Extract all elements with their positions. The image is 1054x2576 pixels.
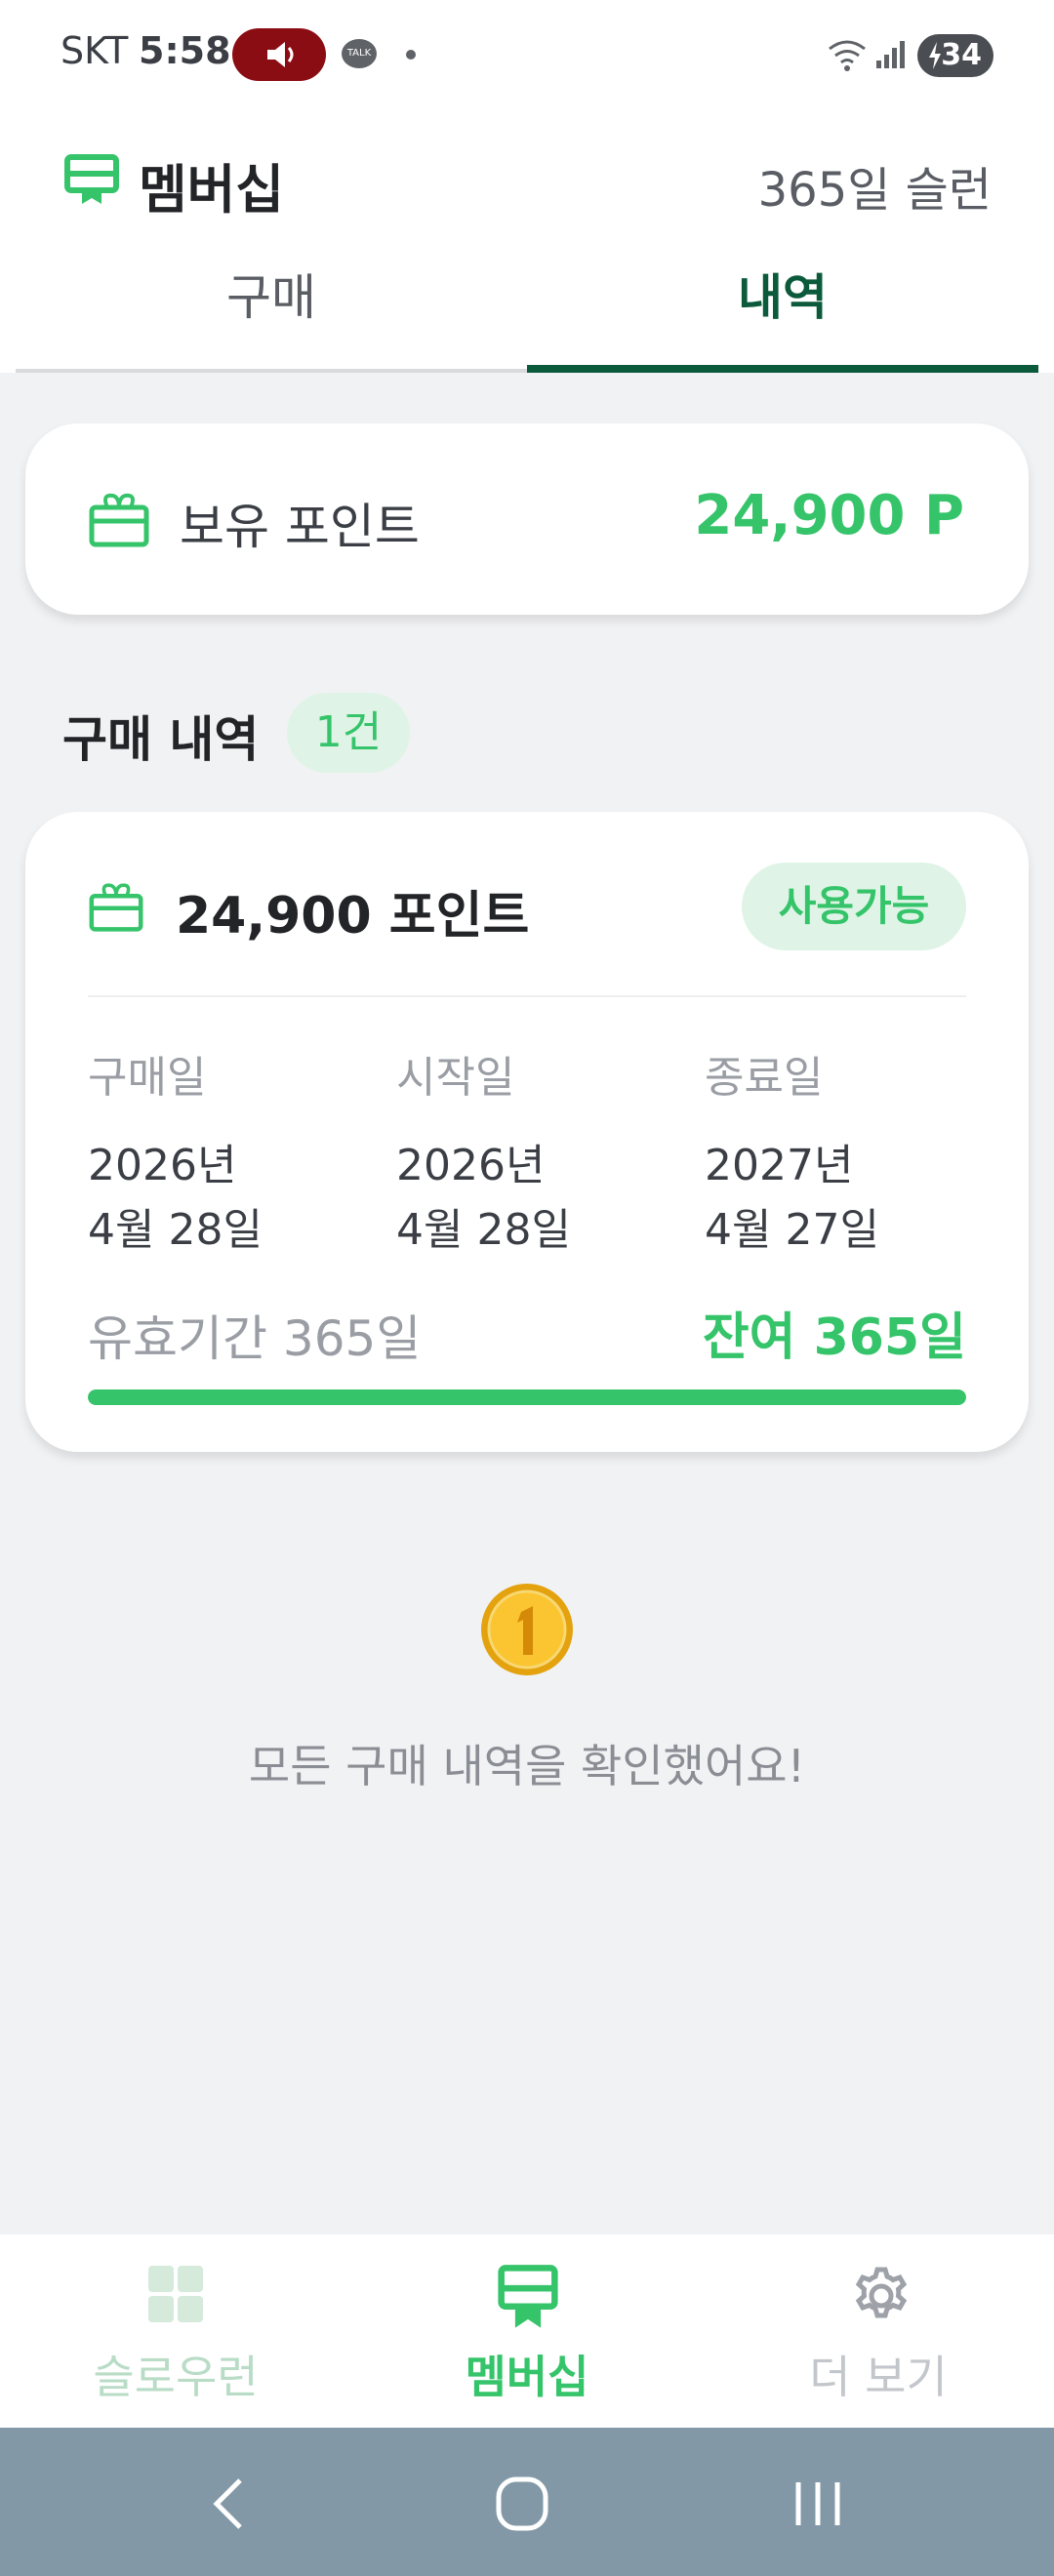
home-icon[interactable] [494,2475,552,2533]
points-label: 보유 포인트 [180,499,420,555]
date-day: 4월 28일 [396,1205,571,1255]
notification-dot-icon [406,50,416,60]
membership-card-icon [498,2265,558,2328]
battery-icon: 34 [917,34,993,77]
system-navigation-bar [0,2428,1054,2576]
nav-membership[interactable]: 멤버십 [351,2234,703,2428]
remaining-days: 잔여 365일 [702,1308,966,1367]
nav-slowrun[interactable]: 슬로우런 [0,2234,351,2428]
divider [88,995,966,997]
status-bar: SKT 5:58 TALK 34 [0,0,1054,107]
purchase-title: 24,900 포인트 [176,887,530,946]
count-badge: 1건 [287,693,410,773]
gift-icon [89,493,149,547]
membership-card-icon [64,154,119,204]
nav-label: 멤버십 [465,2351,589,2403]
back-icon[interactable] [203,2475,258,2533]
purchase-date: 구매일 2026년 4월 28일 [88,1042,381,1263]
recent-apps-icon[interactable] [789,2475,847,2533]
status-badge: 사용가능 [742,863,966,950]
coin-icon [481,1584,573,1675]
tab-bar: 구매 내역 [0,244,1054,373]
wifi-icon [829,40,866,71]
talk-icon: TALK [342,39,377,68]
purchase-card[interactable]: 24,900 포인트 사용가능 구매일 2026년 4월 28일 시작일 202… [25,812,1029,1452]
points-card: 보유 포인트 24,900 P [25,423,1029,615]
date-year: 2026년 [396,1141,546,1190]
bottom-navigation: 슬로우런 멤버십 더 보기 [0,2234,1054,2428]
validity-period: 유효기간 365일 [88,1310,422,1367]
gear-icon [855,2267,908,2318]
clock: 5:58 [139,29,231,72]
tab-purchase[interactable]: 구매 [16,244,527,373]
all-checked-message: 모든 구매 내역을 확인했어요! [248,1740,806,1792]
battery-level: 34 [941,38,982,72]
date-label: 구매일 [88,1053,207,1103]
date-day: 4월 28일 [88,1205,263,1255]
section-title: 구매 내역 [62,711,260,768]
start-date: 시작일 2026년 4월 28일 [396,1042,689,1263]
date-year: 2027년 [705,1141,854,1190]
nav-more[interactable]: 더 보기 [703,2234,1054,2428]
nav-label: 슬로우런 [93,2351,259,2403]
app-header: 멤버십 365일 슬런 [0,107,1054,244]
grid-icon [148,2266,203,2322]
remaining-progress-fill [88,1389,966,1405]
date-day: 4월 27일 [705,1205,879,1255]
carrier-label: SKT [61,29,129,72]
nav-label: 더 보기 [809,2351,948,2403]
membership-period-label: 365일 슬런 [757,163,992,218]
tab-history[interactable]: 내역 [527,244,1038,373]
end-date: 종료일 2027년 4월 27일 [705,1042,997,1263]
remaining-progress-bar [88,1389,966,1405]
date-label: 시작일 [396,1053,515,1103]
signal-icon [876,41,905,68]
date-label: 종료일 [705,1053,824,1103]
date-year: 2026년 [88,1141,237,1190]
sound-icon [232,28,326,81]
page-title: 멤버십 [139,159,285,221]
points-value: 24,900 P [694,484,964,547]
gift-icon [89,883,143,932]
